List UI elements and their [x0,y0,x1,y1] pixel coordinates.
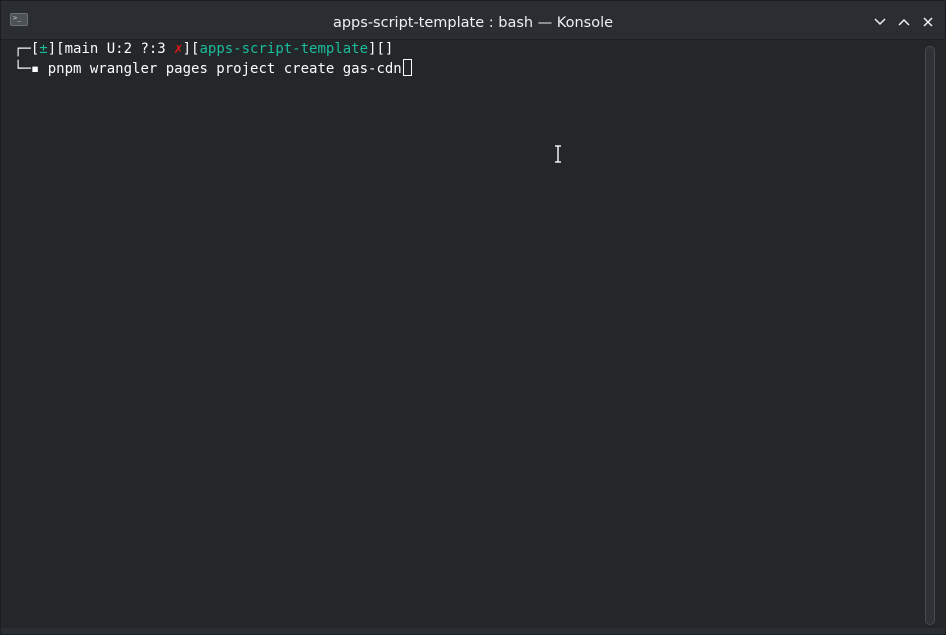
git-status: main U:2 ?:3 [64,41,175,57]
text-cursor [402,59,412,76]
close-icon [923,17,933,27]
scrollbar-track[interactable] [925,46,935,625]
chevron-down-icon [874,18,886,26]
close-button[interactable] [920,14,936,30]
window-bottom-border [1,628,945,634]
title-bar[interactable]: >_ apps-script-template : bash — Konsole [1,1,945,40]
minimize-button[interactable] [872,14,888,30]
chevron-up-icon [898,18,910,26]
command-line[interactable]: └─▪ pnpm wrangler pages project create g… [14,59,412,78]
terminal-output-area[interactable]: ┌─[±][main U:2 ?:3 ✗][apps-script-templa… [6,40,917,629]
prompt-bracket: ][ [47,41,65,57]
prompt-corner-bottom: └─ [14,61,31,77]
prompt-bracket: ][ [182,41,200,57]
prompt-bracket: ][] [368,41,394,57]
maximize-button[interactable] [896,14,912,30]
git-dirty-mark: ✗ [174,41,183,57]
window-title: apps-script-template : bash — Konsole [332,15,614,31]
vcs-symbol: ± [39,41,48,57]
konsole-window: >_ apps-script-template : bash — Konsole… [0,0,946,635]
current-directory: apps-script-template [199,41,369,57]
typed-command: pnpm wrangler pages project create gas-c… [39,61,402,77]
mouse-ibeam-cursor-icon [555,145,561,163]
vertical-scrollbar[interactable] [919,40,946,629]
prompt-corner-top: ┌─ [14,41,31,57]
prompt-line: ┌─[±][main U:2 ?:3 ✗][apps-script-templa… [14,40,393,59]
